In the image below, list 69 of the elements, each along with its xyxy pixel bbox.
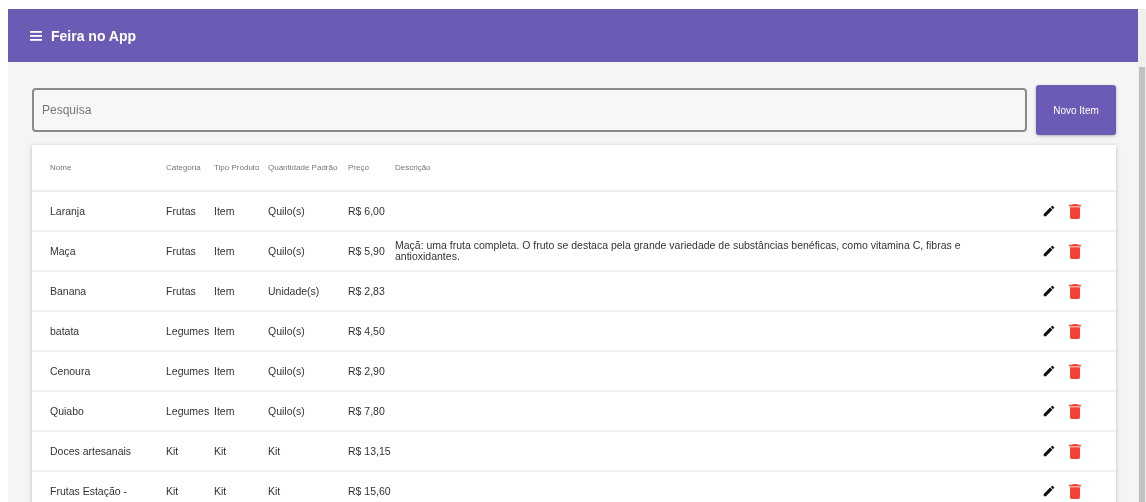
trash-icon[interactable] [1068, 283, 1082, 299]
app-title: Feira no App [51, 27, 137, 44]
scrollbar-thumb[interactable] [1139, 67, 1145, 502]
table-cell: Quilo(s) [268, 364, 305, 377]
table-cell: R$ 15,60 [348, 484, 391, 497]
pencil-icon[interactable] [1042, 484, 1056, 498]
trash-icon[interactable] [1068, 483, 1082, 499]
table-cell: Kit [268, 444, 281, 457]
table-cell: Item [214, 284, 235, 297]
table-cell: Kit [166, 484, 179, 497]
table-cell: Quilo(s) [268, 204, 305, 217]
table-cell: Item [214, 364, 235, 377]
table-cell: Kit [214, 484, 227, 497]
table-cell: Quilo(s) [268, 244, 305, 257]
table-cell: R$ 13,15 [348, 444, 391, 457]
table-cell: Item [214, 404, 235, 417]
table-cell: Frutas [166, 204, 196, 217]
table-cell: Cenoura [50, 364, 91, 377]
trash-icon[interactable] [1068, 403, 1082, 419]
table-cell: R$ 6,00 [348, 204, 385, 217]
pencil-icon[interactable] [1042, 204, 1056, 218]
table-cell: Quilo(s) [268, 324, 305, 337]
column-header: Preço [348, 163, 369, 172]
column-header: Descrição [395, 163, 431, 172]
trash-icon[interactable] [1068, 203, 1082, 219]
table-cell: Doces artesanais [50, 444, 132, 457]
table-cell: R$ 2,83 [348, 284, 385, 297]
table-cell: Kit [268, 484, 281, 497]
table-cell: Banana [50, 284, 87, 297]
table-cell: batata [50, 324, 80, 337]
table-cell: Kit [214, 444, 227, 457]
table-cell: R$ 7,80 [348, 404, 385, 417]
table-cell: Unidade(s) [268, 284, 320, 297]
table-cell: R$ 5,90 [348, 244, 385, 257]
pencil-icon[interactable] [1042, 444, 1056, 458]
scrollbar[interactable] [1138, 9, 1146, 502]
column-header: Quantidade Padrão [268, 163, 338, 172]
pencil-icon[interactable] [1042, 284, 1056, 298]
trash-icon[interactable] [1068, 363, 1082, 379]
table-cell: Quilo(s) [268, 404, 305, 417]
table-cell: Laranja [50, 204, 86, 217]
pencil-icon[interactable] [1042, 404, 1056, 418]
table-cell: Item [214, 244, 235, 257]
search-field[interactable]: Pesquisa [32, 88, 1027, 132]
description-text: Maçã: uma fruta completa. O fruto se destaca pela grande variedade de substâncias benéficas, como vitamina C, fibras e antioxidantes. [395, 239, 961, 262]
table-cell: Quiabo [50, 404, 84, 417]
table-cell: Frutas [166, 284, 196, 297]
column-header: Tipo Produto [214, 163, 260, 172]
table-cell: Maça [50, 244, 76, 257]
pencil-icon[interactable] [1042, 244, 1056, 258]
table-cell: Legumes [166, 404, 210, 417]
trash-icon[interactable] [1068, 243, 1082, 259]
new-item-button[interactable]: Novo Item [1036, 85, 1116, 135]
table-cell: Item [214, 204, 235, 217]
column-header: Nome [50, 163, 72, 172]
table-cell: Item [214, 324, 235, 337]
pencil-icon[interactable] [1042, 324, 1056, 338]
table-cell: R$ 2,90 [348, 364, 385, 377]
trash-icon[interactable] [1068, 443, 1082, 459]
table-cell: Frutas Estação - [50, 484, 128, 497]
trash-icon[interactable] [1068, 323, 1082, 339]
table-cell: R$ 4,50 [348, 324, 385, 337]
table-cell: Legumes [166, 324, 210, 337]
pencil-icon[interactable] [1042, 364, 1056, 378]
table-cell: Legumes [166, 364, 210, 377]
table-cell: Frutas [166, 244, 196, 257]
menu-icon[interactable] [30, 30, 42, 41]
column-header: Categoria [166, 163, 201, 172]
table-cell: Kit [166, 444, 179, 457]
